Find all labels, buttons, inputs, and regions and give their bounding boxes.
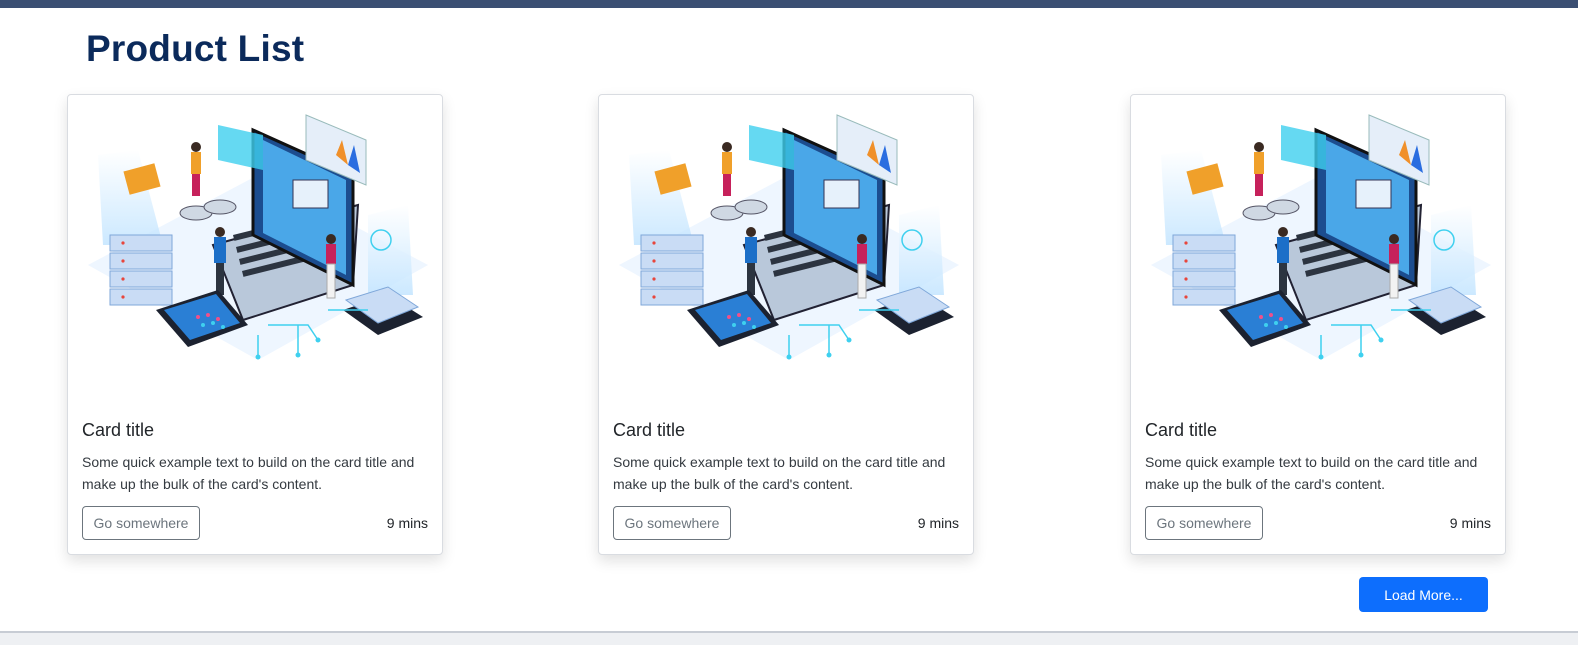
go-somewhere-button[interactable]: Go somewhere [1145,506,1263,540]
tech-illustration-image [1151,114,1491,360]
product-card: Card title Some quick example text to bu… [1130,94,1506,555]
product-card: Card title Some quick example text to bu… [598,94,974,555]
page-title: Product List [86,28,305,69]
card-text: Some quick example text to build on the … [613,454,946,492]
product-card: Card title Some quick example text to bu… [67,94,443,555]
card-text: Some quick example text to build on the … [82,454,415,492]
tech-illustration-image [88,114,428,360]
card-text: Some quick example text to build on the … [1145,454,1478,492]
card-time: 9 mins [917,515,959,531]
top-header-bar [0,0,1578,8]
card-time: 9 mins [386,515,428,531]
card-title: Card title [613,420,686,440]
go-somewhere-button[interactable]: Go somewhere [613,506,731,540]
tech-illustration-image [619,114,959,360]
load-more-button[interactable]: Load More... [1359,577,1488,612]
card-time: 9 mins [1449,515,1491,531]
card-title: Card title [1145,420,1218,440]
go-somewhere-button[interactable]: Go somewhere [82,506,200,540]
bottom-divider [0,631,1578,645]
card-title: Card title [82,420,155,440]
